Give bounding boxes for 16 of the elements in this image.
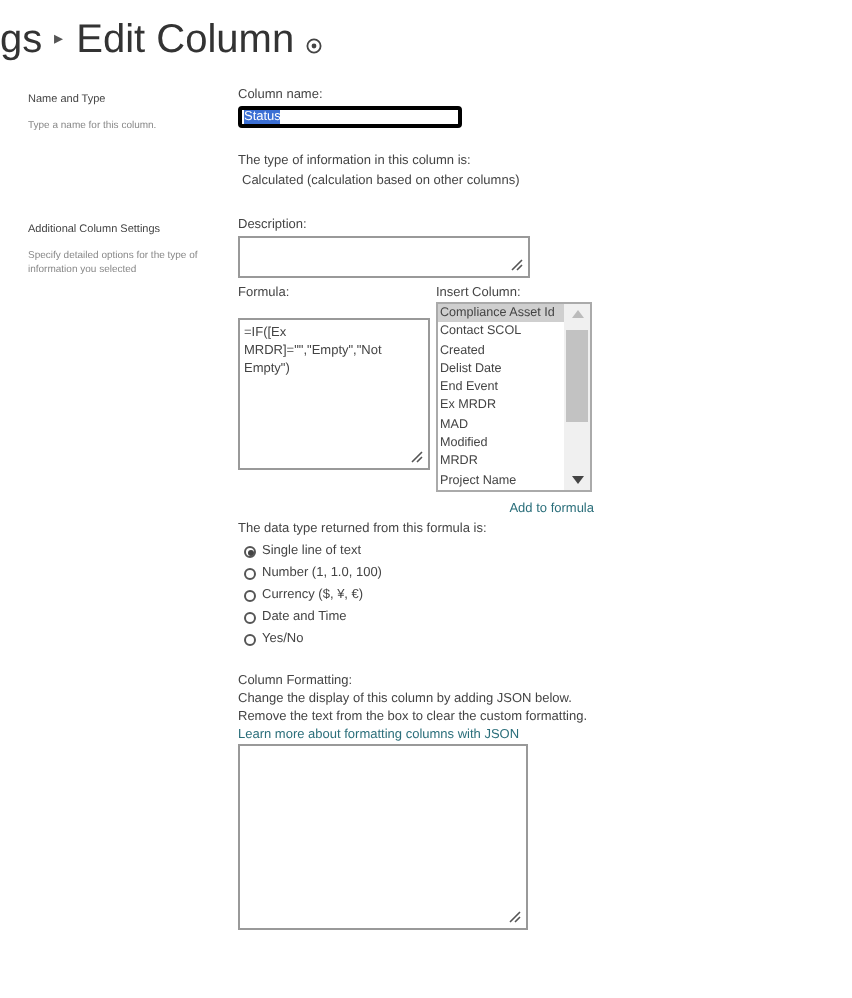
radio-button[interactable] [244, 590, 256, 602]
breadcrumb-text[interactable]: gs [0, 10, 43, 70]
info-icon[interactable] [306, 37, 323, 53]
scrollbar[interactable] [564, 304, 590, 490]
page-title: Edit Column [76, 16, 295, 66]
formatting-json-field[interactable] [238, 744, 528, 930]
scroll-down-icon[interactable] [571, 476, 583, 484]
radio-button[interactable] [244, 634, 256, 646]
resize-grip-icon[interactable] [508, 910, 522, 924]
resize-grip-icon[interactable] [410, 450, 424, 464]
description-field[interactable] [238, 236, 530, 278]
radio-button[interactable] [244, 546, 256, 558]
radio-button[interactable] [244, 568, 256, 580]
resize-grip-icon[interactable] [510, 258, 524, 272]
radio-button[interactable] [244, 612, 256, 624]
breadcrumb-separator: ▸ [54, 26, 65, 53]
